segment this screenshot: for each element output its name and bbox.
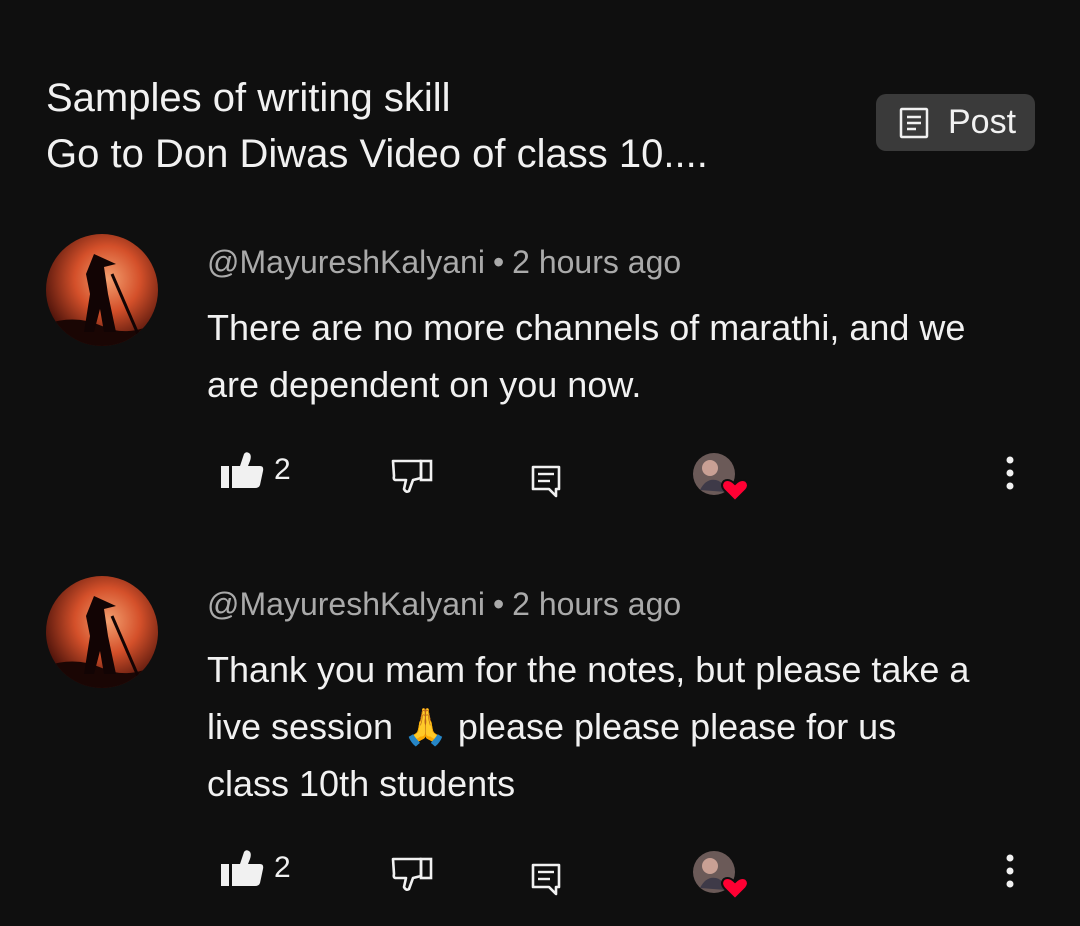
creator-heart-icon: [721, 479, 749, 503]
thumbs-up-icon: [220, 451, 264, 489]
thumbs-down-icon: [391, 856, 435, 892]
reply-button[interactable]: [530, 464, 562, 498]
comment-text-line: class 10th students: [207, 763, 516, 804]
dislike-button[interactable]: [391, 856, 435, 892]
like-button[interactable]: 2: [220, 849, 291, 887]
comment-text-line: live session 🙏 please please please for …: [207, 706, 897, 747]
comment-text-line: There are no more channels of marathi, a…: [207, 307, 966, 348]
meta-separator: •: [492, 586, 505, 622]
document-lines-icon: [898, 107, 930, 139]
post-button[interactable]: Post: [876, 94, 1035, 151]
post-title-line-2: Go to Don Diwas Video of class 10....: [46, 132, 708, 176]
reply-comment-icon: [530, 862, 562, 896]
reply-comment-icon: [530, 464, 562, 498]
like-count: 2: [274, 851, 291, 884]
comment-text: There are no more channels of marathi, a…: [207, 299, 1047, 413]
comment-author[interactable]: @MayureshKalyani: [207, 244, 485, 280]
thumbs-down-icon: [391, 458, 435, 494]
comment-text: Thank you mam for the notes, but please …: [207, 641, 1047, 812]
like-count: 2: [274, 453, 291, 486]
comment-author[interactable]: @MayureshKalyani: [207, 586, 485, 622]
comment-time: 2 hours ago: [512, 586, 682, 622]
more-vertical-icon: [1002, 454, 1018, 492]
more-options-button[interactable]: [1002, 852, 1018, 890]
comment-text-line: are dependent on you now.: [207, 364, 642, 405]
creator-heart-icon: [721, 877, 749, 901]
comment-text-line: Thank you mam for the notes, but please …: [207, 649, 970, 690]
avatar[interactable]: [46, 576, 158, 688]
more-options-button[interactable]: [1002, 454, 1018, 492]
post-header: Samples of writing skill Go to Don Diwas…: [46, 70, 846, 182]
comment-meta: @MayureshKalyani • 2 hours ago: [207, 586, 681, 623]
post-title-line-1: Samples of writing skill: [46, 76, 451, 120]
comment-actions: 2: [0, 446, 1080, 503]
post-button-label: Post: [948, 103, 1017, 141]
dislike-button[interactable]: [391, 458, 435, 494]
thumbs-up-icon: [220, 849, 264, 887]
reply-button[interactable]: [530, 862, 562, 896]
more-vertical-icon: [1002, 852, 1018, 890]
creator-heart: [692, 850, 752, 906]
comment-actions: 2: [0, 844, 1080, 901]
creator-heart: [692, 452, 752, 508]
like-button[interactable]: 2: [220, 451, 291, 489]
meta-separator: •: [492, 244, 505, 280]
comment-meta: @MayureshKalyani • 2 hours ago: [207, 244, 681, 281]
avatar[interactable]: [46, 234, 158, 346]
comment-time: 2 hours ago: [512, 244, 682, 280]
